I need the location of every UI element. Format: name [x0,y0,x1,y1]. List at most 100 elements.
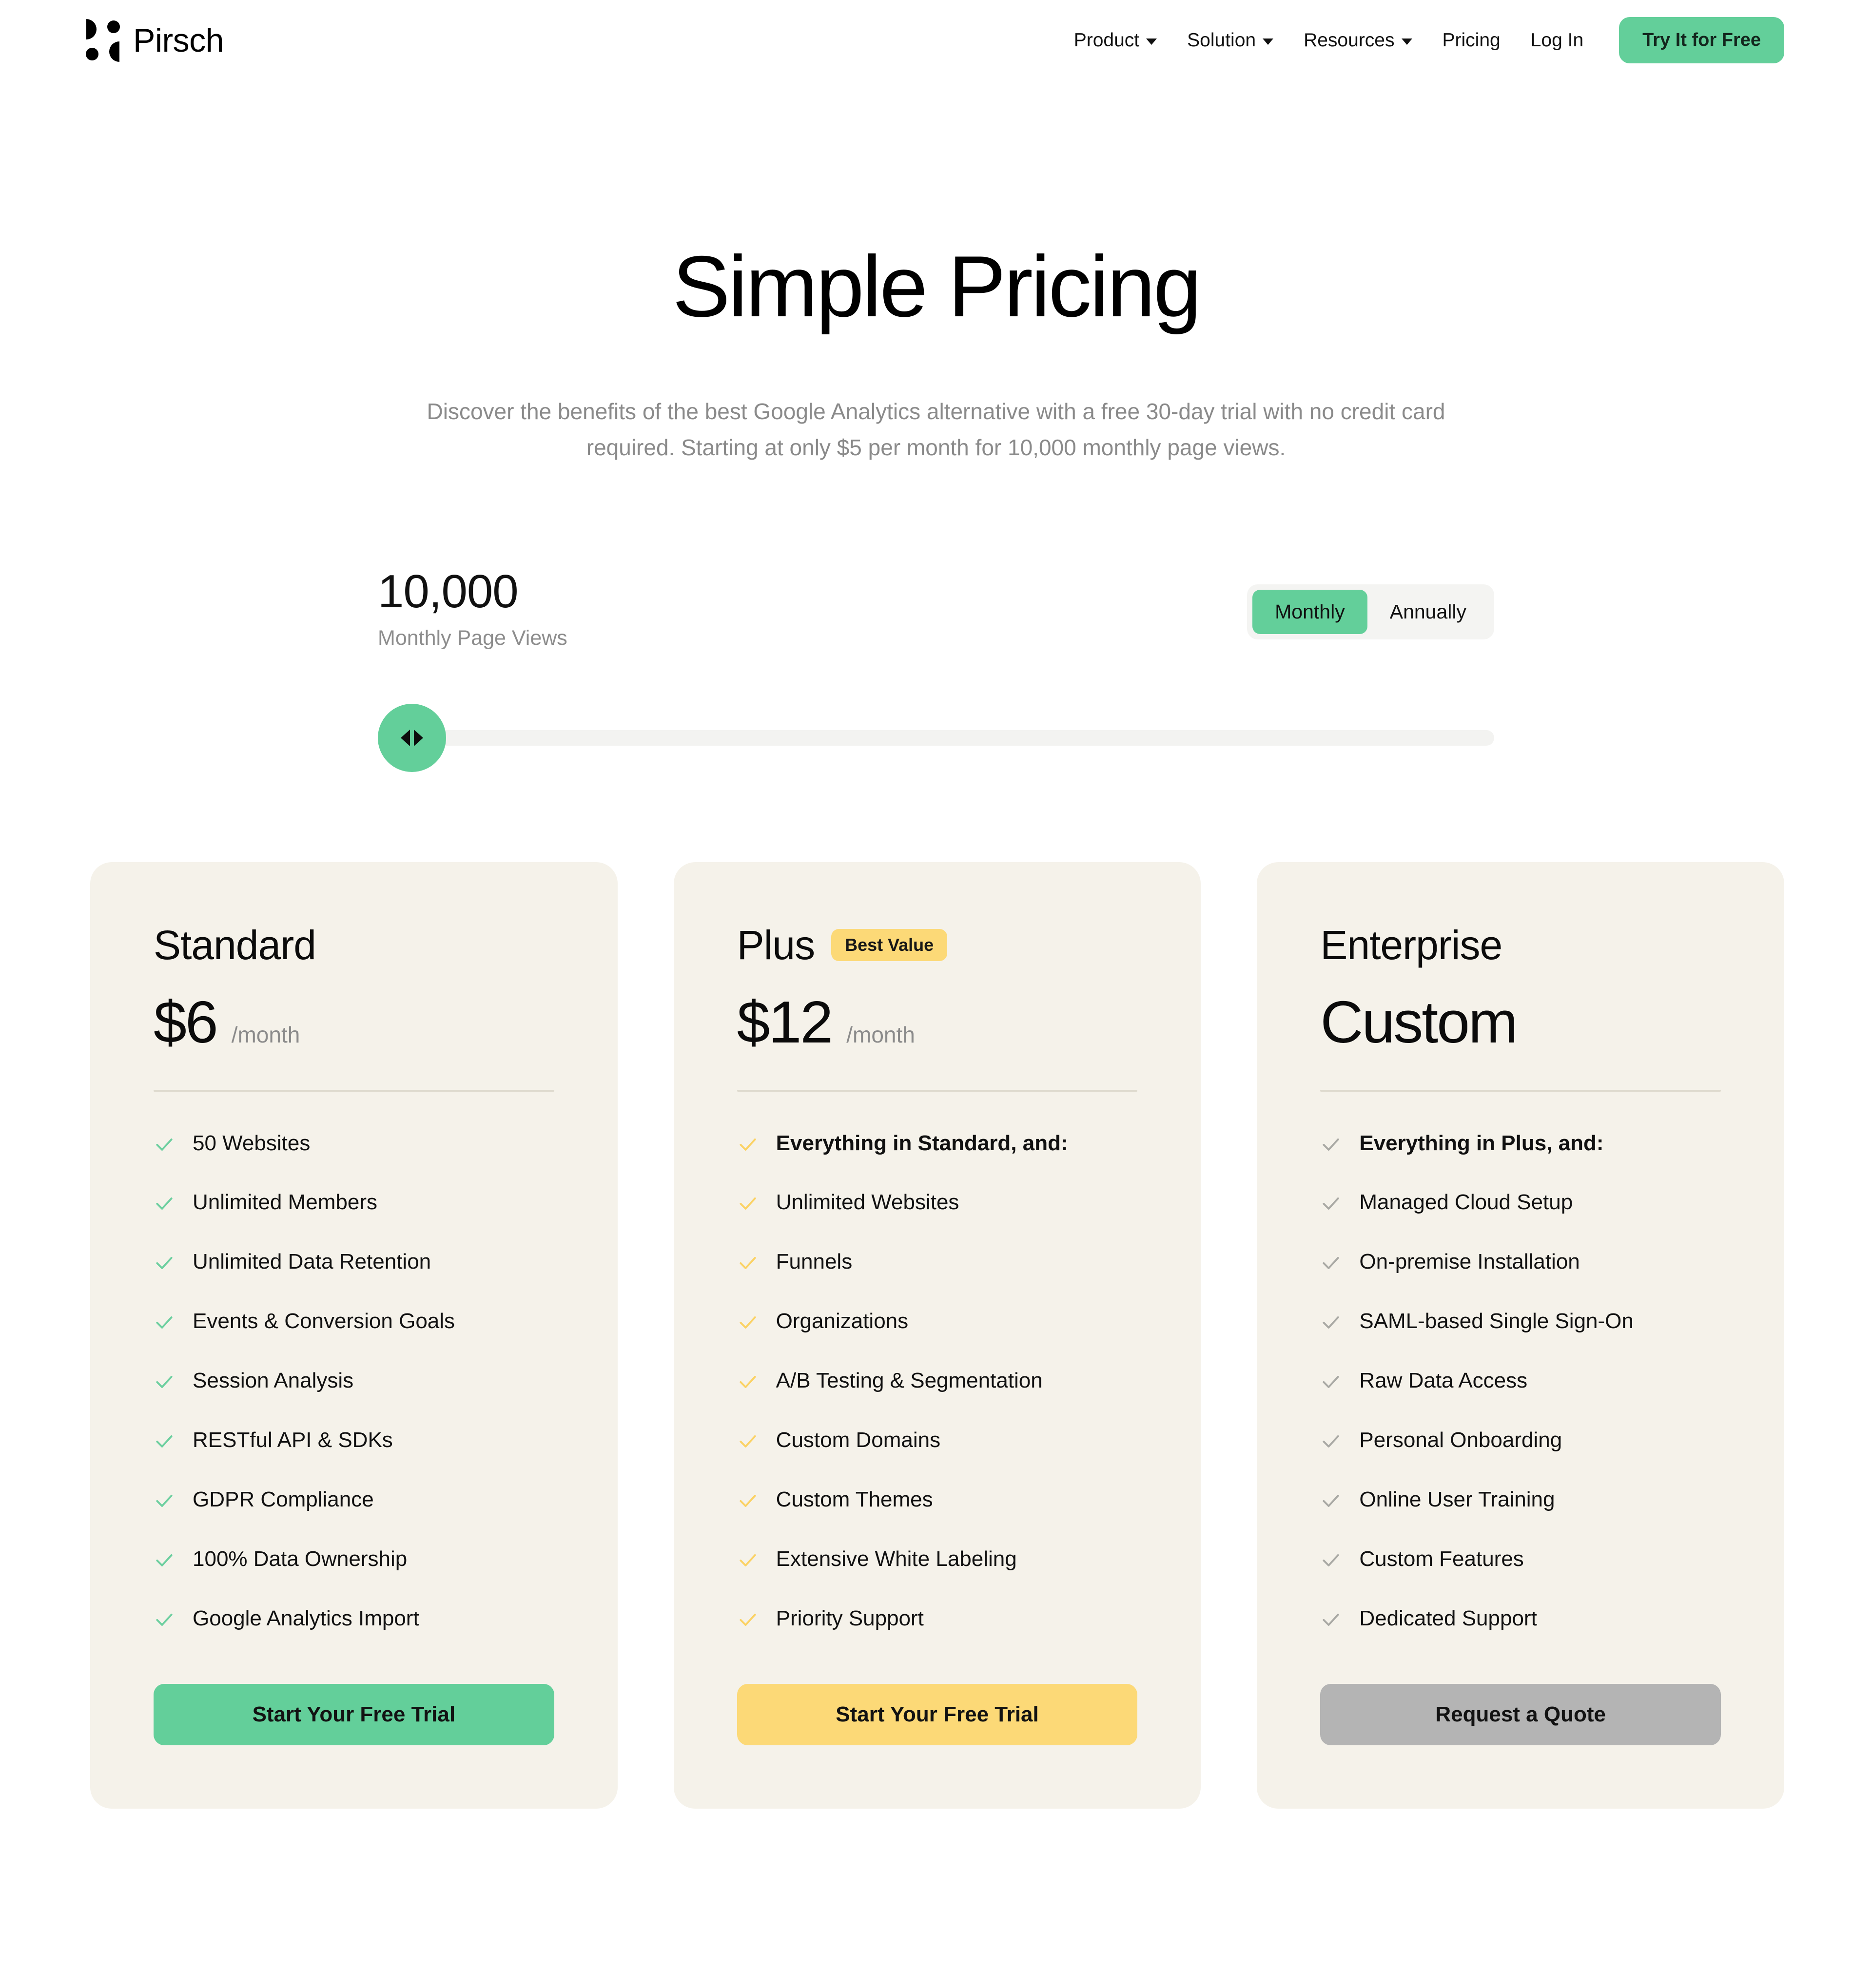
feature-label: Unlimited Data Retention [193,1250,431,1274]
check-icon [1320,1609,1342,1630]
plan-header: Standard [154,925,554,965]
feature-label: Custom Themes [776,1487,933,1511]
check-icon [737,1549,759,1571]
feature-item: RESTful API & SDKs [154,1428,554,1453]
slider-track[interactable] [378,730,1494,746]
feature-item: 50 Websites [154,1131,554,1156]
page-views-value: 10,000 [378,565,519,618]
check-icon [154,1134,175,1155]
plan-price-standard: $6 [154,988,218,1055]
page-views-label: Monthly Page Views [378,626,567,650]
plan-name-standard: Standard [154,922,316,968]
plan-price-plus: $12 [737,988,834,1055]
card-cta-wrap: Start Your Free Trial [154,1631,554,1745]
feature-label: Custom Features [1359,1546,1524,1571]
feature-item: A/B Testing & Segmentation [737,1368,1138,1393]
feature-label: On-premise Installation [1359,1250,1580,1274]
start-free-trial-button-standard[interactable]: Start Your Free Trial [154,1683,554,1745]
card-divider [1320,1089,1721,1092]
nav-item-resources[interactable]: Resources [1288,30,1427,51]
feature-item: Everything in Standard, and: [737,1131,1138,1156]
feature-item: GDPR Compliance [154,1487,554,1512]
feature-label: Funnels [776,1250,853,1274]
feature-label: Custom Domains [776,1428,941,1452]
pricing-card-standard: Standard $6 /month 50 Websites Unlimited… [90,862,618,1809]
billing-option-monthly[interactable]: Monthly [1252,589,1367,634]
feature-label: Priority Support [776,1606,924,1630]
feature-item: Unlimited Data Retention [154,1249,554,1274]
nav-item-product[interactable]: Product [1059,30,1172,51]
brand-logo-link[interactable]: Pirsch [85,18,224,63]
check-icon [737,1371,759,1392]
nav-item-login[interactable]: Log In [1516,30,1599,51]
chevron-down-icon [1401,38,1412,45]
feature-label: Online User Training [1359,1487,1555,1511]
check-icon [737,1609,759,1630]
slider-thumb-handle[interactable] [378,703,446,772]
feature-label: 50 Websites [193,1131,311,1155]
check-icon [1320,1252,1342,1274]
feature-label: Organizations [776,1309,909,1333]
start-free-trial-button-plus[interactable]: Start Your Free Trial [737,1683,1138,1745]
feature-item: Custom Themes [737,1487,1138,1512]
plan-name-enterprise: Enterprise [1320,922,1502,968]
feature-label: Google Analytics Import [193,1606,419,1630]
feature-item: Dedicated Support [1320,1606,1721,1631]
feature-item: SAML-based Single Sign-On [1320,1309,1721,1334]
pricing-card-plus: Plus Best Value $12 /month Everything in… [673,862,1201,1809]
feature-item: Organizations [737,1309,1138,1334]
feature-item: Funnels [737,1249,1138,1274]
feature-label: Everything in Plus, and: [1359,1131,1604,1155]
check-icon [1320,1193,1342,1214]
feature-label: Events & Conversion Goals [193,1309,455,1333]
card-divider [154,1089,554,1092]
check-icon [1320,1490,1342,1511]
feature-label: Raw Data Access [1359,1369,1528,1393]
feature-item: Unlimited Websites [737,1190,1138,1215]
feature-label: SAML-based Single Sign-On [1359,1309,1634,1333]
feature-item: Everything in Plus, and: [1320,1131,1721,1156]
plan-period-plus: /month [846,1022,915,1047]
check-icon [1320,1134,1342,1155]
plan-price-enterprise: Custom [1320,988,1518,1055]
feature-label: Extensive White Labeling [776,1546,1017,1571]
check-icon [1320,1549,1342,1571]
feature-item: Custom Domains [737,1428,1138,1453]
nav-item-resources-label: Resources [1304,29,1395,51]
brand-name: Pirsch [133,21,224,59]
pricing-cards: Standard $6 /month 50 Websites Unlimited… [0,772,1872,1809]
page-views-slider[interactable] [378,703,1494,772]
feature-item: Managed Cloud Setup [1320,1190,1721,1215]
hero-subtitle: Discover the benefits of the best Google… [427,398,1445,461]
check-icon [154,1609,175,1630]
check-icon [154,1490,175,1511]
try-it-for-free-button[interactable]: Try It for Free [1619,17,1784,63]
top-navigation-bar: Pirsch Product Solution Resources Pricin… [0,0,1872,80]
request-a-quote-button[interactable]: Request a Quote [1320,1683,1721,1745]
plan-price-row: $6 /month [154,992,554,1052]
feature-item: On-premise Installation [1320,1249,1721,1274]
feature-list-enterprise: Everything in Plus, and: Managed Cloud S… [1320,1131,1721,1631]
pricing-controls: 10,000 Monthly Page Views Monthly Annual… [378,566,1494,772]
check-icon [737,1312,759,1333]
feature-item: 100% Data Ownership [154,1546,554,1572]
feature-item: Custom Features [1320,1546,1721,1572]
feature-item: Priority Support [737,1606,1138,1631]
nav-item-pricing[interactable]: Pricing [1427,30,1516,51]
billing-option-annually[interactable]: Annually [1367,590,1489,634]
feature-item: Session Analysis [154,1368,554,1393]
check-icon [1320,1430,1342,1452]
plan-header: Plus Best Value [737,925,1138,965]
arrow-left-icon [401,729,410,746]
feature-label: Everything in Standard, and: [776,1131,1068,1155]
plan-price-row: Custom [1320,992,1721,1052]
page-title: Simple Pricing [672,238,1202,335]
nav-item-solution[interactable]: Solution [1172,30,1288,51]
card-divider [737,1089,1138,1092]
feature-item: Personal Onboarding [1320,1428,1721,1453]
feature-item: Google Analytics Import [154,1606,554,1631]
check-icon [154,1193,175,1214]
feature-label: Personal Onboarding [1359,1428,1562,1452]
feature-item: Online User Training [1320,1487,1721,1512]
feature-item: Events & Conversion Goals [154,1309,554,1334]
